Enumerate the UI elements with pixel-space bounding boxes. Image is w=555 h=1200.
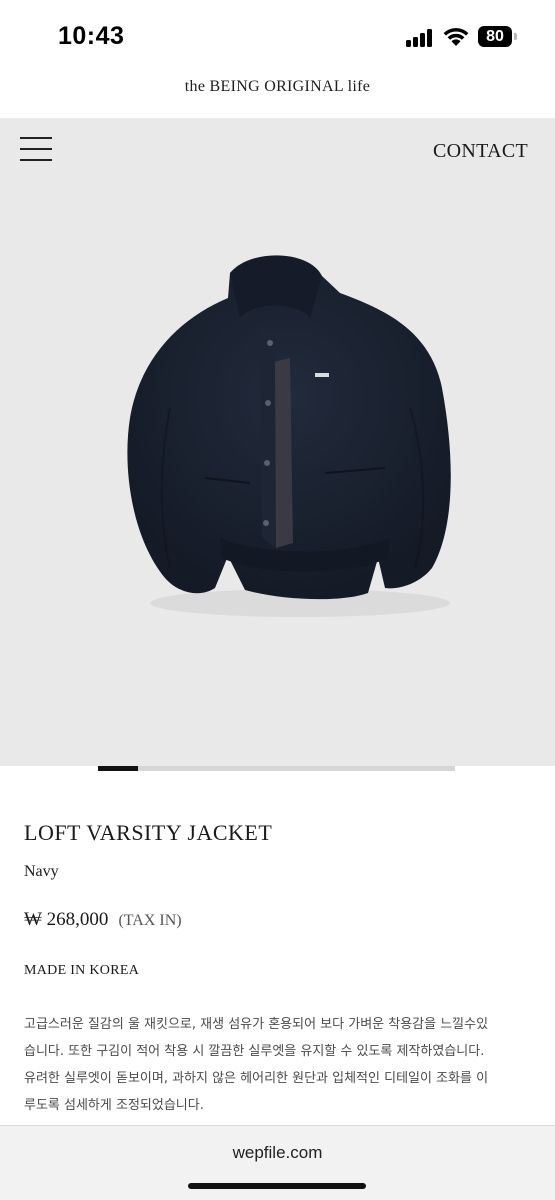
description-line: 유려한 실루엣이 돋보이며, 과하지 않은 헤어리한 원단과 입체적인 디테일이… (24, 1071, 489, 1086)
home-indicator[interactable] (188, 1183, 366, 1189)
price-row: ₩ 268,000 (TAX IN) (24, 909, 182, 931)
battery-icon: 80 (478, 26, 518, 47)
carousel-progress-active (98, 766, 138, 771)
url-text[interactable]: wepfile.com (0, 1143, 555, 1163)
brand-name: the BEING ORIGINAL life (184, 78, 371, 95)
description-line: 습니다. 또한 구김이 적어 착용 시 깔끔한 실루엣을 유지할 수 있도록 제… (24, 1044, 485, 1059)
battery-level: 80 (478, 26, 512, 47)
description-line: 고급스러운 질감의 울 재킷으로, 재생 섬유가 혼용되어 보다 가벼운 착용감… (24, 1017, 489, 1032)
contact-link[interactable]: CONTACT (433, 140, 528, 163)
tax-note: (TAX IN) (118, 912, 182, 929)
product-color: Navy (24, 863, 59, 880)
product-price: ₩ 268,000 (24, 909, 109, 930)
description-line: 루도록 섬세하게 조정되었습니다. (24, 1098, 204, 1113)
status-bar: 10:43 80 (0, 0, 555, 70)
cellular-signal-icon (406, 29, 434, 47)
product-title: LOFT VARSITY JACKET (24, 820, 273, 845)
status-time: 10:43 (58, 22, 125, 50)
carousel-progress-track (98, 766, 455, 771)
product-image[interactable] (110, 238, 470, 638)
hamburger-menu-icon[interactable] (20, 136, 52, 162)
product-description: 고급스러운 질감의 울 재킷으로, 재생 섬유가 혼용되어 보다 가벼운 착용감… (24, 1011, 536, 1119)
browser-address-bar[interactable]: wepfile.com (0, 1125, 555, 1200)
product-origin: MADE IN KOREA (24, 963, 140, 978)
product-hero: CONTACT (0, 118, 555, 766)
wifi-icon (443, 28, 469, 46)
